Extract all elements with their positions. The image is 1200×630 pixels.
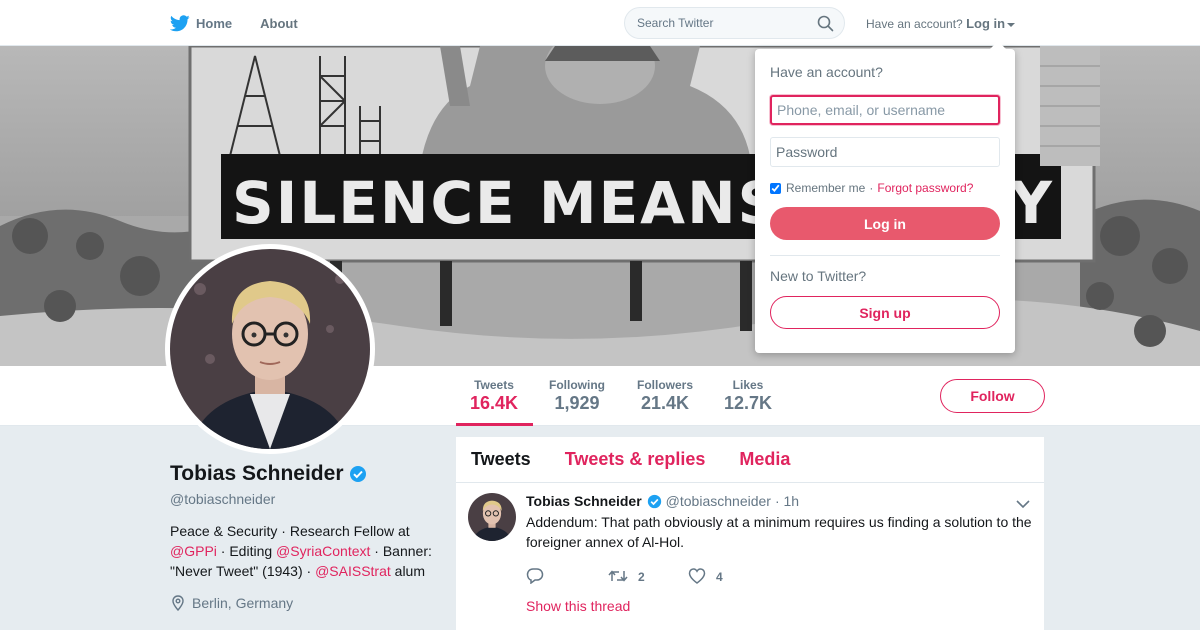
stat-value: 16.4K [470,393,519,413]
stat-following[interactable]: Following 1,929 [545,378,609,414]
signup-button[interactable]: Sign up [770,296,1000,329]
profile-bio: Peace & Security · Research Fellow at @G… [170,521,440,581]
tweet-actions: 2 4 [526,567,1032,587]
login-toggle[interactable]: Have an account? Log in [866,16,1016,31]
heart-icon [688,567,706,587]
profile-avatar[interactable] [165,244,375,454]
stat-label: Likes [732,378,764,392]
stat-label: Followers [636,378,693,392]
timeline: Tweets Tweets & replies Media Tobias Sch… [456,437,1044,630]
bio-text: Peace & Security · Research Fellow at [170,523,410,539]
tweet-header: Tobias Schneider @tobiaschneider · 1h [526,493,1032,509]
nav-home-label: Home [196,15,233,31]
dropdown-arrow [990,41,1006,49]
stat-value: 21.4K [640,393,690,413]
stat-label: Tweets [474,378,514,392]
verified-badge-icon [349,465,367,483]
password-field[interactable] [770,137,1000,167]
login-dropdown: Have an account? Remember me · Forgot pa… [755,41,1015,353]
login-button[interactable]: Log in [770,207,1000,240]
retweet-button[interactable]: 2 [608,569,688,586]
username-field[interactable] [770,95,1000,125]
stat-value: 1,929 [554,393,600,413]
like-count: 4 [716,570,723,584]
tweet[interactable]: Tobias Schneider @tobiaschneider · 1h Ad… [456,483,1044,630]
active-stat-indicator [456,423,533,426]
search-input[interactable] [625,8,805,38]
location-pin-icon [170,595,186,611]
retweet-icon [608,569,628,586]
stat-value: 12.7K [723,393,773,413]
profile-card: Tobias Schneider @tobiaschneider Peace &… [170,462,440,611]
divider [770,255,1000,256]
bio-link-gppi[interactable]: @GPPi [170,543,217,559]
caret-down-icon [1007,22,1016,27]
tweet-time[interactable]: · 1h [775,493,799,509]
tab-media[interactable]: Media [739,449,790,470]
bio-text: alum [390,563,425,579]
tweet-handle[interactable]: @tobiaschneider [666,493,771,509]
forgot-password-link[interactable]: Forgot password? [877,181,973,195]
login-link[interactable]: Log in [966,16,1005,31]
show-thread-link[interactable]: Show this thread [526,598,1032,614]
top-navigation: Home About Have an account? Log in [0,0,1200,46]
nav-about[interactable]: About [260,16,298,31]
tweet-text: Addendum: That path obviously at a minim… [526,514,1032,550]
timeline-tabs: Tweets Tweets & replies Media [456,437,1044,483]
like-button[interactable]: 4 [688,567,723,587]
tweet-avatar[interactable] [468,493,516,541]
stat-likes[interactable]: Likes 12.7K [722,378,774,414]
stat-tweets[interactable]: Tweets 16.4K [470,378,518,414]
profile-handle[interactable]: @tobiaschneider [170,491,440,507]
stat-followers[interactable]: Followers 21.4K [634,378,696,414]
dropdown-title: Have an account? [770,64,883,80]
remember-me-label[interactable]: Remember me [786,181,865,195]
separator: · [869,181,874,195]
bio-link-syriacontext[interactable]: @SyriaContext [276,543,370,559]
reply-icon [526,567,544,587]
tab-tweets[interactable]: Tweets [471,449,531,470]
stat-label: Following [549,378,605,392]
nav-links: Home About [170,0,326,46]
banner-billboard-trailing-text: Y [1009,169,1053,237]
nav-home[interactable]: Home [170,14,233,32]
follow-button[interactable]: Follow [940,379,1045,413]
tweet-author[interactable]: Tobias Schneider [526,493,642,509]
retweet-count: 2 [638,570,645,584]
have-account-text: Have an account? [866,17,963,31]
tab-tweets-replies[interactable]: Tweets & replies [565,449,706,470]
twitter-bird-icon [170,14,190,32]
search-icon[interactable] [817,15,834,37]
reply-button[interactable] [526,567,608,587]
verified-badge-icon [647,494,662,509]
location-text: Berlin, Germany [192,595,294,611]
search-box [624,7,845,39]
avatar-image [170,249,370,449]
chevron-down-icon[interactable] [1016,496,1030,514]
profile-location: Berlin, Germany [170,595,440,611]
profile-name[interactable]: Tobias Schneider [170,462,440,486]
new-to-twitter-text: New to Twitter? [770,268,867,284]
nav-about-label: About [260,15,298,31]
remember-row: Remember me · Forgot password? [770,181,1000,195]
bio-link-saisstrat[interactable]: @SAISStrat [315,563,391,579]
remember-me-checkbox[interactable] [770,182,781,194]
bio-text: · Editing [216,543,277,559]
profile-name-text: Tobias Schneider [170,462,344,485]
